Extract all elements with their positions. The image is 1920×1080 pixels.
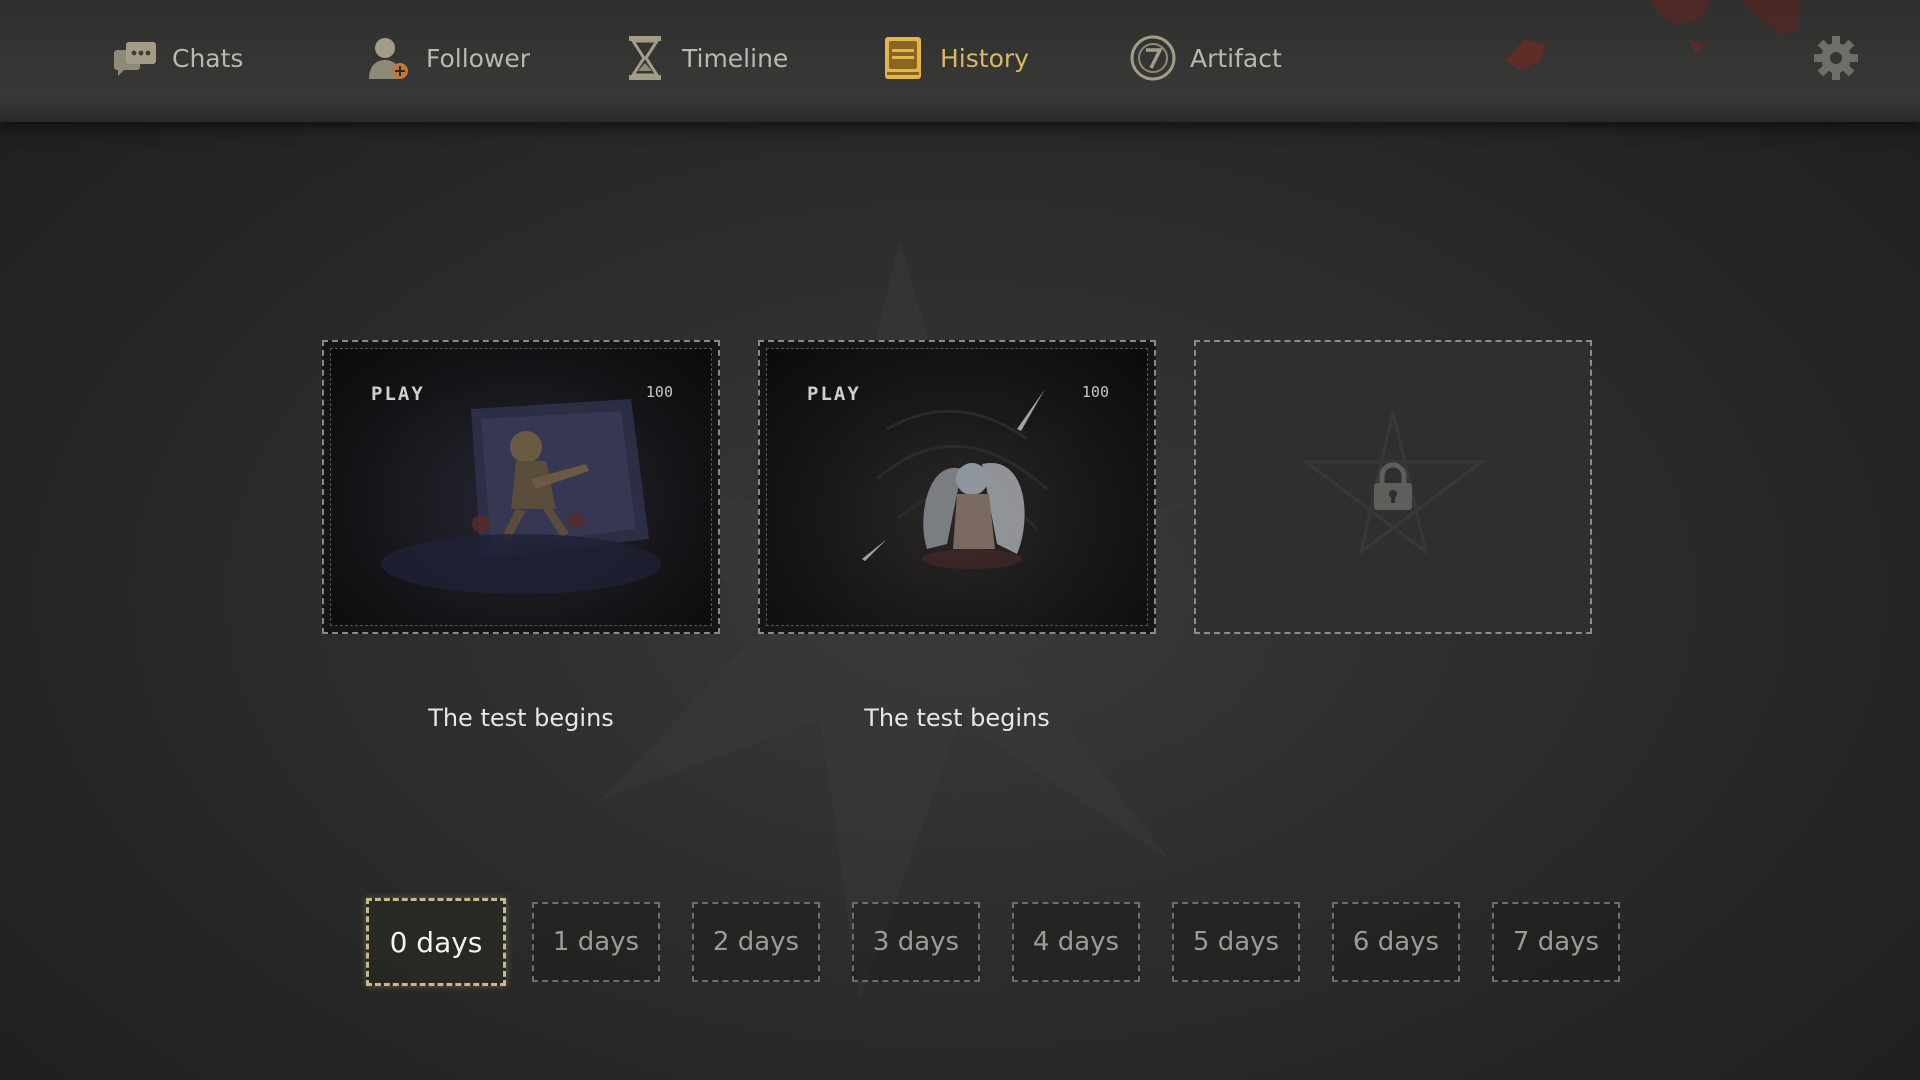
card-score: 100 [1081,383,1109,401]
card-thumbnail: PLAY 100 [766,348,1148,626]
tab-follower-label: Follower [426,43,531,73]
tab-timeline[interactable]: Timeline [622,30,788,86]
history-card-1[interactable]: PLAY 100 [322,340,720,634]
days-option-5[interactable]: 5 days [1172,902,1300,982]
days-option-1[interactable]: 1 days [532,902,660,982]
days-option-4[interactable]: 4 days [1012,902,1140,982]
card-score: 100 [645,383,673,401]
tab-chats-label: Chats [172,43,244,73]
red-splatter-decoration [1505,0,1800,70]
play-label: PLAY [807,383,861,405]
tab-artifact-label: Artifact [1190,43,1282,73]
tab-history[interactable]: History [880,30,1029,86]
settings-button[interactable] [1812,34,1860,82]
days-option-6[interactable]: 6 days [1332,902,1460,982]
history-card-locked[interactable] [1194,340,1592,634]
lock-icon [1374,462,1412,510]
book-icon [880,35,926,81]
tab-history-label: History [940,43,1029,73]
card-title: The test begins [428,704,614,732]
history-card-2[interactable]: PLAY 100 [758,340,1156,634]
tab-chats[interactable]: Chats [112,30,243,86]
tab-follower[interactable]: Follower [366,30,530,86]
follower-icon [366,35,412,81]
days-option-0[interactable]: 0 days [366,898,506,986]
play-label: PLAY [371,383,425,405]
days-option-7[interactable]: 7 days [1492,902,1620,982]
card-title: The test begins [864,704,1050,732]
artifact-seven-icon [1130,35,1176,81]
top-navigation-bar: Chats Follower Timeline History Artifact [0,0,1920,122]
days-option-3[interactable]: 3 days [852,902,980,982]
days-option-2[interactable]: 2 days [692,902,820,982]
chat-icon [112,35,158,81]
card-thumbnail: PLAY 100 [330,348,712,626]
gear-icon [1814,36,1858,80]
tab-timeline-label: Timeline [682,43,789,73]
hourglass-icon [622,35,668,81]
tab-artifact[interactable]: Artifact [1130,30,1282,86]
